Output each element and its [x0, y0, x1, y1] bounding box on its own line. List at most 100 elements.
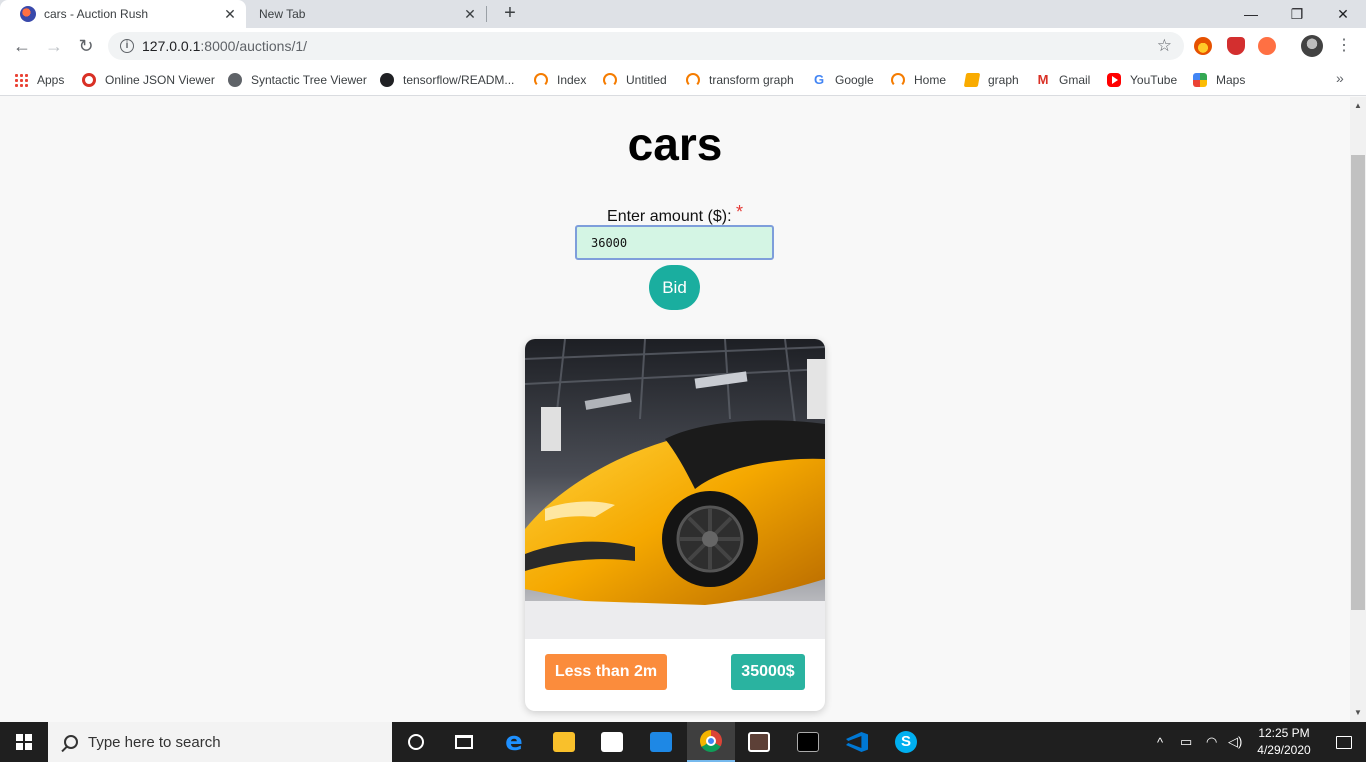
- tab-active[interactable]: cars - Auction Rush ✕: [0, 0, 246, 28]
- clock-time: 12:25 PM: [1258, 726, 1310, 740]
- reload-button[interactable]: ↻: [72, 32, 100, 60]
- site-info-icon[interactable]: i: [120, 39, 134, 53]
- back-button[interactable]: ←: [8, 32, 36, 60]
- start-button[interactable]: [0, 722, 48, 762]
- page-title: cars: [627, 118, 723, 170]
- volume-icon[interactable]: ◁): [1228, 722, 1242, 762]
- bookmark-label: Online JSON Viewer: [105, 73, 215, 87]
- bookmark-star-icon[interactable]: ☆: [1157, 36, 1172, 56]
- bookmark-label: Syntactic Tree Viewer: [251, 73, 367, 87]
- cortana-icon: [408, 734, 424, 750]
- taskbar-vscode[interactable]: [833, 722, 881, 762]
- taskbar-store[interactable]: [588, 722, 636, 762]
- bookmark-gmail[interactable]: M Gmail: [1036, 70, 1091, 90]
- google-icon: G: [813, 72, 825, 87]
- tab-close-icon[interactable]: ✕: [462, 6, 478, 22]
- bookmark-label: tensorflow/READM...: [403, 73, 515, 87]
- tab-strip: cars - Auction Rush ✕ New Tab ✕ + — ❐ ✕: [0, 0, 1366, 28]
- tab-new-tab[interactable]: New Tab ✕: [246, 0, 486, 28]
- taskbar-search[interactable]: Type here to search: [48, 722, 392, 762]
- bookmark-label: Google: [835, 73, 874, 87]
- forward-button[interactable]: →: [40, 32, 68, 60]
- amount-label: Enter amount ($): *: [0, 202, 1350, 226]
- browser-toolbar: ← → ↻ i 127.0.0.1:8000/auctions/1/ ☆ ⋮: [0, 28, 1366, 64]
- bookmark-label: Maps: [1216, 73, 1246, 87]
- taskbar-terminal[interactable]: [784, 722, 832, 762]
- taskbar-clock[interactable]: 12:25 PM 4/29/2020: [1246, 725, 1322, 759]
- mail-icon: [650, 732, 672, 752]
- bookmark-transform-graph[interactable]: transform graph: [686, 70, 794, 90]
- bookmark-untitled[interactable]: Untitled: [603, 70, 667, 90]
- bookmark-online-json-viewer[interactable]: Online JSON Viewer: [82, 70, 215, 90]
- bookmark-tensorflow[interactable]: tensorflow/READM...: [380, 70, 514, 90]
- bookmark-apps[interactable]: Apps: [14, 70, 64, 90]
- bookmarks-overflow-icon[interactable]: »: [1336, 70, 1344, 86]
- wifi-icon[interactable]: ◠: [1206, 722, 1217, 762]
- scroll-down-icon[interactable]: ▼: [1350, 706, 1366, 720]
- arc-icon: [891, 73, 905, 87]
- skype-icon: S: [895, 731, 917, 753]
- cortana-button[interactable]: [392, 722, 440, 762]
- vscode-icon: [846, 732, 868, 752]
- bookmark-label: Gmail: [1059, 73, 1091, 87]
- page-viewport: cars Enter amount ($): * Bid: [0, 97, 1350, 722]
- bookmark-label: YouTube: [1130, 73, 1178, 87]
- window-close-button[interactable]: ✕: [1320, 0, 1366, 28]
- folder-icon: [553, 732, 575, 752]
- amount-label-text: Enter amount ($):: [607, 208, 732, 225]
- extension-duck-icon[interactable]: [1258, 37, 1276, 55]
- bookmark-maps[interactable]: Maps: [1193, 70, 1245, 90]
- bookmark-graph[interactable]: graph: [963, 70, 1019, 90]
- note-icon: [963, 73, 981, 87]
- search-icon: [64, 735, 78, 749]
- taskbar-skype[interactable]: S: [882, 722, 930, 762]
- taskbar-file-explorer[interactable]: [540, 722, 588, 762]
- ring-icon: [82, 73, 96, 87]
- arc-icon: [534, 73, 548, 87]
- taskbar-video[interactable]: [735, 722, 783, 762]
- address-bar[interactable]: i 127.0.0.1:8000/auctions/1/ ☆: [108, 32, 1184, 60]
- bookmark-label: Untitled: [626, 73, 667, 87]
- bookmark-youtube[interactable]: YouTube: [1107, 70, 1177, 90]
- task-view-button[interactable]: [440, 722, 488, 762]
- url-text: 127.0.0.1:8000/auctions/1/: [142, 38, 307, 54]
- bookmark-index[interactable]: Index: [534, 70, 586, 90]
- restore-button[interactable]: ❐: [1274, 0, 1320, 28]
- bookmark-label: Home: [914, 73, 947, 87]
- time-left-badge: Less than 2m: [545, 654, 667, 690]
- clock-date: 4/29/2020: [1257, 743, 1311, 757]
- amount-input[interactable]: [575, 225, 774, 260]
- battery-icon[interactable]: ▭: [1180, 722, 1192, 762]
- tray-chevron-icon[interactable]: ^: [1157, 722, 1163, 762]
- film-icon: [748, 732, 770, 752]
- chrome-icon: [700, 730, 722, 752]
- browser-menu-icon[interactable]: ⋮: [1336, 34, 1352, 58]
- windows-logo-icon: [16, 734, 32, 750]
- tab-title: New Tab: [259, 7, 306, 21]
- extension-shield-icon[interactable]: [1227, 37, 1245, 55]
- tab-close-icon[interactable]: ✕: [222, 6, 238, 22]
- arc-icon: [603, 73, 617, 87]
- tab-title: cars - Auction Rush: [44, 7, 149, 21]
- profile-avatar[interactable]: [1301, 35, 1323, 57]
- taskbar-chrome[interactable]: [687, 722, 735, 762]
- taskbar-edge[interactable]: e: [490, 722, 538, 762]
- site-favicon-icon: [20, 6, 36, 22]
- scrollbar-thumb[interactable]: [1351, 155, 1365, 610]
- gmail-icon: M: [1037, 72, 1049, 87]
- extension-fire-icon[interactable]: [1194, 37, 1212, 55]
- scroll-up-icon[interactable]: ▲: [1350, 99, 1366, 113]
- bookmark-syntactic-tree-viewer[interactable]: Syntactic Tree Viewer: [228, 70, 367, 90]
- bid-button[interactable]: Bid: [649, 265, 700, 310]
- bookmark-home[interactable]: Home: [891, 70, 946, 90]
- github-icon: [380, 73, 394, 87]
- minimize-button[interactable]: —: [1228, 0, 1274, 28]
- bookmarks-bar: Apps Online JSON Viewer Syntactic Tree V…: [0, 64, 1366, 96]
- notification-button[interactable]: [1322, 722, 1366, 762]
- bookmark-google[interactable]: G Google: [812, 70, 874, 90]
- taskbar-mail[interactable]: [637, 722, 685, 762]
- car-image: [525, 339, 825, 639]
- tab-separator: [486, 6, 487, 22]
- new-tab-button[interactable]: +: [498, 2, 522, 26]
- apps-icon: [14, 73, 28, 87]
